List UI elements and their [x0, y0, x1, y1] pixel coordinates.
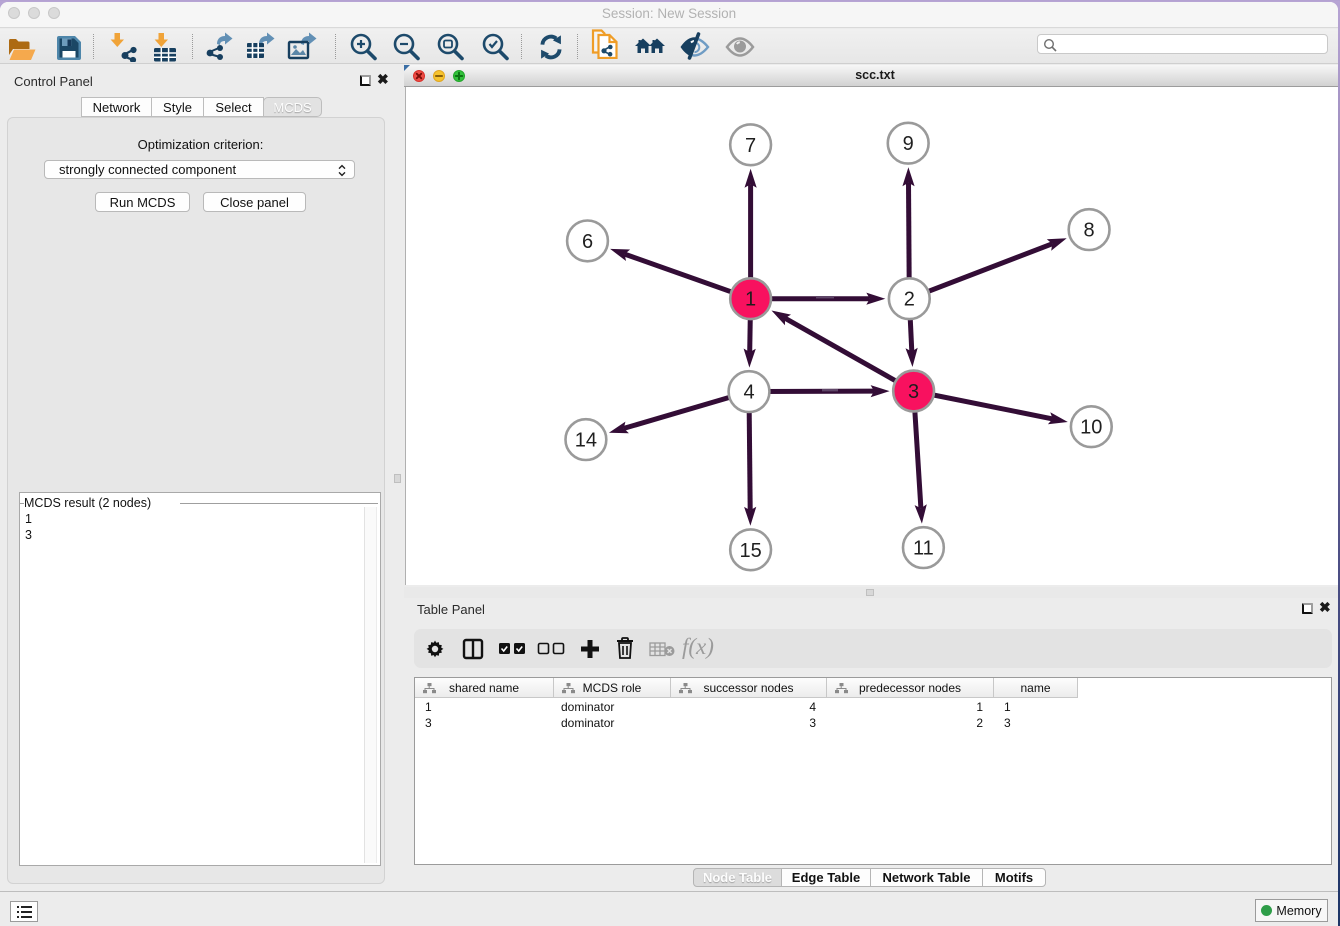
svg-text:1: 1	[745, 289, 756, 311]
svg-text:15: 15	[739, 540, 761, 562]
svg-text:2: 2	[904, 289, 915, 311]
svg-text:3: 3	[908, 381, 919, 403]
svg-text:8: 8	[1084, 220, 1095, 242]
svg-text:7: 7	[745, 135, 756, 157]
svg-text:4: 4	[743, 382, 754, 404]
svg-text:10: 10	[1080, 417, 1102, 439]
svg-text:11: 11	[913, 538, 934, 560]
svg-text:14: 14	[575, 430, 597, 452]
svg-text:9: 9	[903, 133, 914, 155]
svg-text:6: 6	[582, 231, 593, 253]
